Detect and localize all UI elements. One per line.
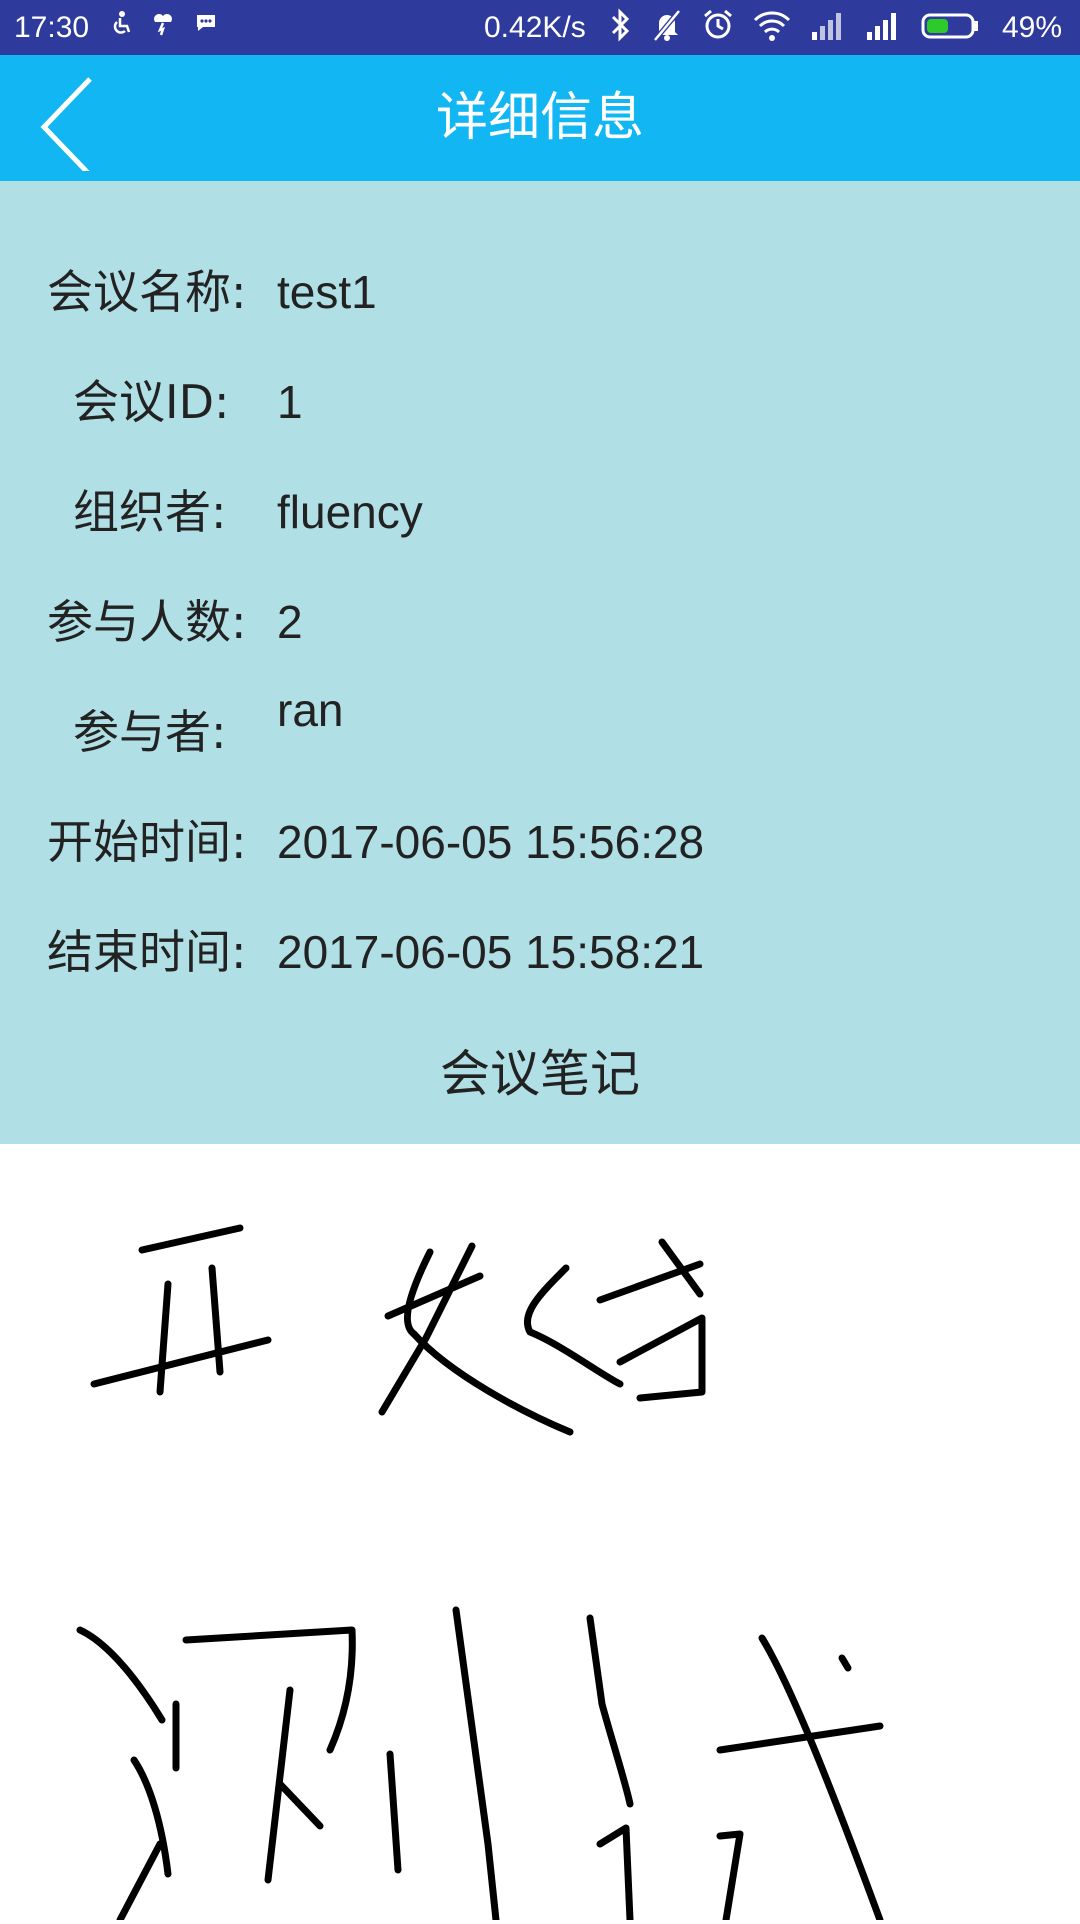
start-time-value: 2017-06-05 15:56:28 — [277, 816, 705, 868]
mute-icon — [653, 9, 682, 42]
participant-count-value: 2 — [277, 596, 303, 648]
meeting-id-label: 会议ID: — [73, 375, 230, 429]
organizer-label: 组织者: — [73, 485, 227, 539]
participants-value: ran — [277, 684, 344, 736]
battery-icon — [921, 13, 978, 39]
bluetooth-icon — [611, 8, 630, 42]
status-time: 17:30 — [14, 11, 90, 44]
alarm-icon — [704, 9, 733, 39]
signal-icon — [812, 13, 842, 40]
battery-percent: 49% — [1002, 11, 1063, 44]
page-title: 详细信息 — [435, 88, 644, 148]
meeting-id-row: 会议ID: 1 — [0, 367, 1080, 437]
meeting-name-label: 会议名称: — [47, 265, 247, 319]
status-bar: 17:30 0.42K/s 49% — [0, 0, 1080, 55]
organizer-row: 组织者: fluency — [0, 477, 1080, 547]
status-left-icons — [110, 10, 232, 46]
end-time-label: 结束时间: — [47, 925, 247, 979]
participants-label: 参与者: — [73, 705, 227, 759]
network-speed: 0.42K/s — [484, 11, 586, 44]
chevron-left-icon — [40, 77, 92, 177]
meeting-id-value: 1 — [277, 376, 303, 428]
weather-icon — [154, 14, 173, 36]
handwriting-strokes — [76, 1224, 884, 1924]
start-time-label: 开始时间: — [47, 815, 247, 869]
back-button[interactable] — [30, 65, 110, 177]
meeting-info-panel: 会议名称: test1 会议ID: 1 组织者: fluency 参与人数: 2… — [0, 181, 1080, 1144]
accessibility-icon — [113, 11, 131, 34]
signal-icon — [867, 13, 897, 40]
notes-title: 会议笔记 — [440, 1045, 640, 1103]
organizer-value: fluency — [277, 486, 423, 538]
wifi-icon — [754, 11, 791, 41]
notes-drawing-canvas[interactable] — [0, 1144, 1080, 1924]
meeting-name-value: test1 — [277, 266, 377, 318]
end-time-value: 2017-06-05 15:58:21 — [277, 926, 705, 978]
start-time-row: 开始时间: 2017-06-05 15:56:28 — [0, 807, 1080, 877]
app-bar: 详细信息 — [0, 55, 1080, 181]
participant-count-label: 参与人数: — [47, 595, 247, 649]
meeting-name-row: 会议名称: test1 — [0, 257, 1080, 327]
participant-count-row: 参与人数: 2 — [0, 587, 1080, 657]
participants-row: 参与者: ran — [0, 684, 1080, 767]
message-icon — [197, 15, 216, 31]
end-time-row: 结束时间: 2017-06-05 15:58:21 — [0, 917, 1080, 987]
status-right-icons — [610, 8, 993, 48]
